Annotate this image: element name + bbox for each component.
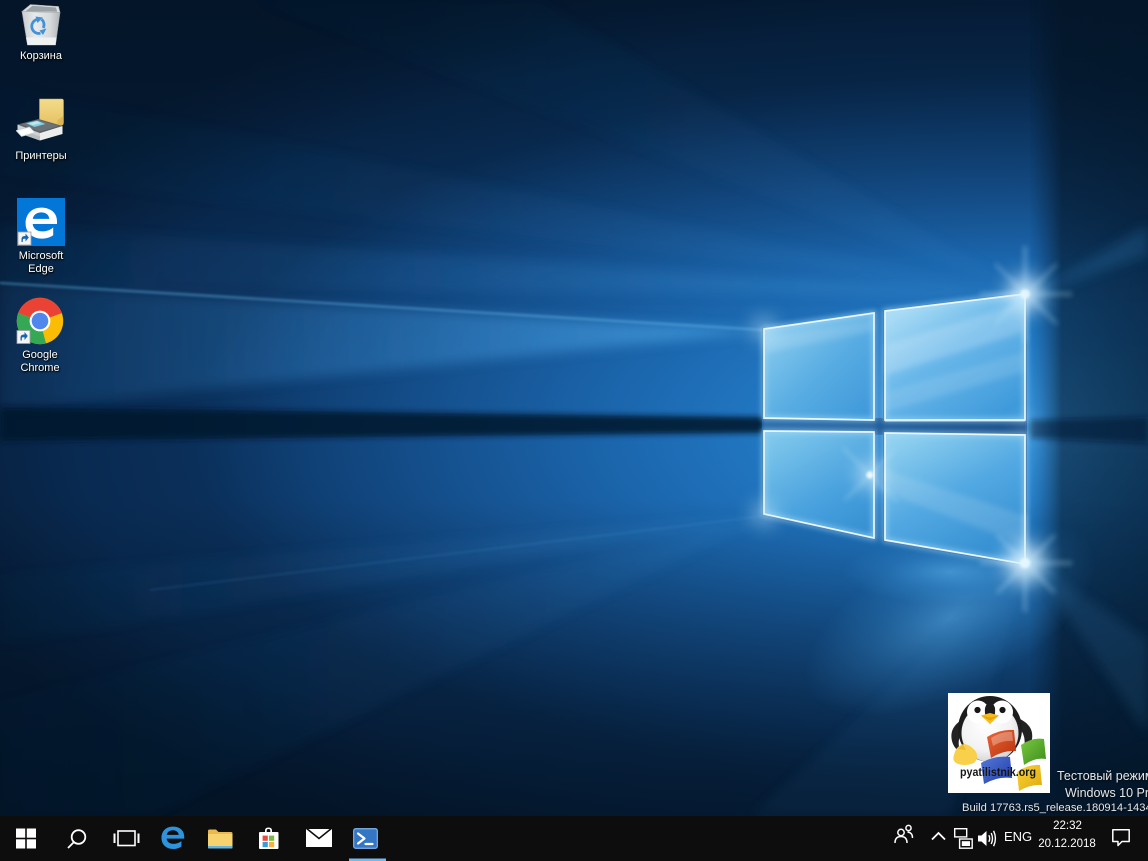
svg-text:pyatilistnik.org: pyatilistnik.org <box>960 765 1036 779</box>
